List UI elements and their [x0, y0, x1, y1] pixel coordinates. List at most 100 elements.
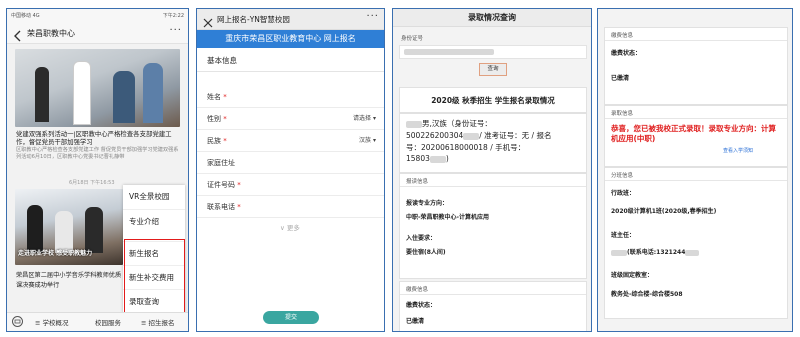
menu-item-vr-campus[interactable]: VR全景校园 [123, 185, 185, 209]
query-button[interactable]: 查询 [479, 63, 507, 76]
redacted-value [611, 249, 627, 256]
person-silhouette [55, 211, 73, 253]
menu-item-major-intro[interactable]: 专业介绍 [123, 209, 185, 233]
select-text: 汉族 [359, 137, 372, 144]
id-number-input[interactable] [399, 45, 587, 59]
section-label: 缴费信息 [406, 287, 429, 293]
fee-status-label: 缴费状态： [611, 50, 642, 57]
article-title[interactable]: 荣昌区第二届中小学音乐学科教师优质课决赛成功举行 [16, 271, 124, 291]
clock-label: 下午2:22 [162, 13, 184, 19]
select-value: 请选择 ▾ [353, 108, 376, 130]
tab-campus-service[interactable]: 校园服务 [95, 317, 121, 327]
required-mark: * [237, 203, 241, 211]
required-mark: * [223, 93, 227, 101]
student-line: 号：20200618000018 / 手机号： [406, 143, 526, 152]
student-summary-card: 男,汉族（身份证号： 500226200304 / 准考证号：无 / 报名 号：2… [399, 113, 587, 173]
ethnicity-select[interactable]: 民族 * 汉族 ▾ [197, 130, 384, 152]
redacted-value [685, 249, 700, 256]
divider [400, 294, 586, 295]
title-bar: 荣昌职教中心 ··· [7, 23, 188, 44]
tab-label: 学校概况 [42, 319, 69, 327]
fee-status-value: 已缴清 [406, 318, 425, 325]
section-label: 缴费信息 [611, 33, 634, 39]
photo-caption: 走进职业学校 感受职教魅力 [18, 250, 93, 257]
section-label: 分班信息 [611, 173, 634, 179]
page-title: 录取情况查询 [393, 9, 591, 27]
person-silhouette [35, 67, 49, 122]
phone-prefix-text: 15803 [406, 154, 430, 163]
closing-paren-text: ) [445, 154, 449, 163]
person-silhouette [73, 61, 91, 125]
highlight-box [124, 239, 185, 313]
field-label: 民族 [207, 137, 221, 145]
admin-class-label: 行政班： [611, 190, 636, 197]
teacher-label: 班主任： [611, 232, 636, 239]
major-label: 报读专业方向： [406, 200, 449, 207]
more-label: 更多 [286, 224, 300, 232]
gender-select[interactable]: 性别 * 请选择 ▾ [197, 108, 384, 130]
id-number-field[interactable]: 证件号码 * [197, 174, 384, 196]
admission-query-panel: 录取情况查询 身份证号 查询 2020级 秋季招生 学生报名录取情况 男,汉族（… [392, 8, 592, 332]
section-label: 报读信息 [406, 179, 429, 185]
select-text: 请选择 [353, 115, 372, 122]
classroom-value: 教务处-综合楼-综合楼508 [611, 291, 683, 298]
more-dots-icon[interactable]: ··· [169, 25, 182, 36]
field-label: 姓名 [207, 93, 221, 101]
id-number-label: 身份证号 [401, 36, 424, 42]
field-label: 证件号码 [207, 181, 235, 189]
chevron-down-icon: ∨ [280, 224, 285, 232]
keyboard-icon[interactable] [12, 316, 23, 327]
field-label: 联系电话 [207, 203, 235, 211]
page-title: 荣昌职教中心 [27, 29, 75, 38]
online-registration-panel: 网上报名-YN智慧校园 ··· 重庆市荣昌区职业教育中心 网上报名 基本信息 姓… [196, 8, 385, 332]
field-label: 家庭住址 [207, 159, 235, 167]
news-photo[interactable]: 走进职业学校 感受职教魅力 [15, 189, 123, 265]
person-silhouette [113, 71, 135, 123]
tab-label: 招生报名 [148, 319, 175, 327]
registration-banner: 重庆市荣昌区职业教育中心 网上报名 [197, 30, 384, 48]
section-heading: 基本信息 [207, 56, 237, 65]
close-icon[interactable] [203, 13, 213, 28]
section-label: 录取信息 [611, 111, 634, 117]
tab-label: 校园服务 [95, 319, 121, 327]
student-line: 男,汉族（身份证号： [406, 118, 492, 129]
classroom-label: 班级固定教室： [611, 272, 654, 279]
phone-field[interactable]: 联系电话 * [197, 196, 384, 218]
required-mark: * [223, 115, 227, 123]
admission-message: 恭喜，您已被我校正式录取！录取专业方向：计算机应用(中职) [611, 124, 776, 143]
teacher-value: (联系电话:1321244 [611, 247, 700, 256]
article-title[interactable]: 党建双强系列活动一|区职教中心严格检查各支部党建工作，督促党员干部加强学习 [16, 130, 179, 146]
name-field[interactable]: 姓名 * [197, 86, 384, 108]
fee-status-label: 缴费状态： [406, 302, 437, 309]
redacted-value [406, 120, 422, 128]
divider [605, 40, 787, 41]
required-mark: * [223, 137, 227, 145]
result-heading-card: 2020级 秋季招生 学生报名录取情况 [399, 87, 587, 113]
divider [400, 186, 586, 187]
more-toggle[interactable]: ∨ 更多 [280, 222, 300, 232]
redacted-value [404, 49, 494, 55]
fee-info-card: 缴费信息 缴费状态： 已缴清 [399, 281, 587, 331]
tab-enrollment[interactable]: ≡ 招生报名 [141, 317, 175, 327]
back-chevron-icon[interactable] [13, 27, 23, 42]
admission-result-panel: 缴费信息 缴费状态： 已缴清 录取信息 恭喜，您已被我校正式录取！录取专业方向：… [597, 8, 793, 332]
title-bar: 网上报名-YN智慧校园 ··· [197, 9, 384, 30]
result-heading: 2020级 秋季招生 学生报名录取情况 [431, 96, 555, 105]
major-value: 中职-荣昌职教中心-计算机应用 [406, 214, 489, 221]
home-address-field[interactable]: 家庭住址 [197, 152, 384, 174]
id-prefix-text: 500226200304 [406, 131, 464, 140]
page-title: 网上报名-YN智慧校园 [217, 15, 290, 24]
dorm-value: 要住宿(8人间) [406, 249, 446, 256]
chevron-down-icon: ▾ [372, 137, 376, 144]
enrollment-notice-link[interactable]: 查看入学须知 [723, 147, 753, 154]
person-silhouette [85, 207, 103, 253]
report-info-card: 报读信息 报读专业方向： 中职-荣昌职教中心-计算机应用 入住要求： 要住宿(8… [399, 173, 587, 279]
redacted-value [463, 132, 480, 140]
teacher-phone-text: (联系电话:1321244 [627, 249, 686, 256]
news-photo[interactable] [15, 49, 180, 127]
admin-class-value: 2020级计算机1班(2020级,春季招生) [611, 208, 717, 215]
tab-school-overview[interactable]: ≡ 学校概况 [35, 317, 69, 327]
submit-button[interactable]: 提交 [263, 311, 319, 324]
more-dots-icon[interactable]: ··· [366, 11, 379, 22]
select-value: 汉族 ▾ [359, 130, 376, 152]
